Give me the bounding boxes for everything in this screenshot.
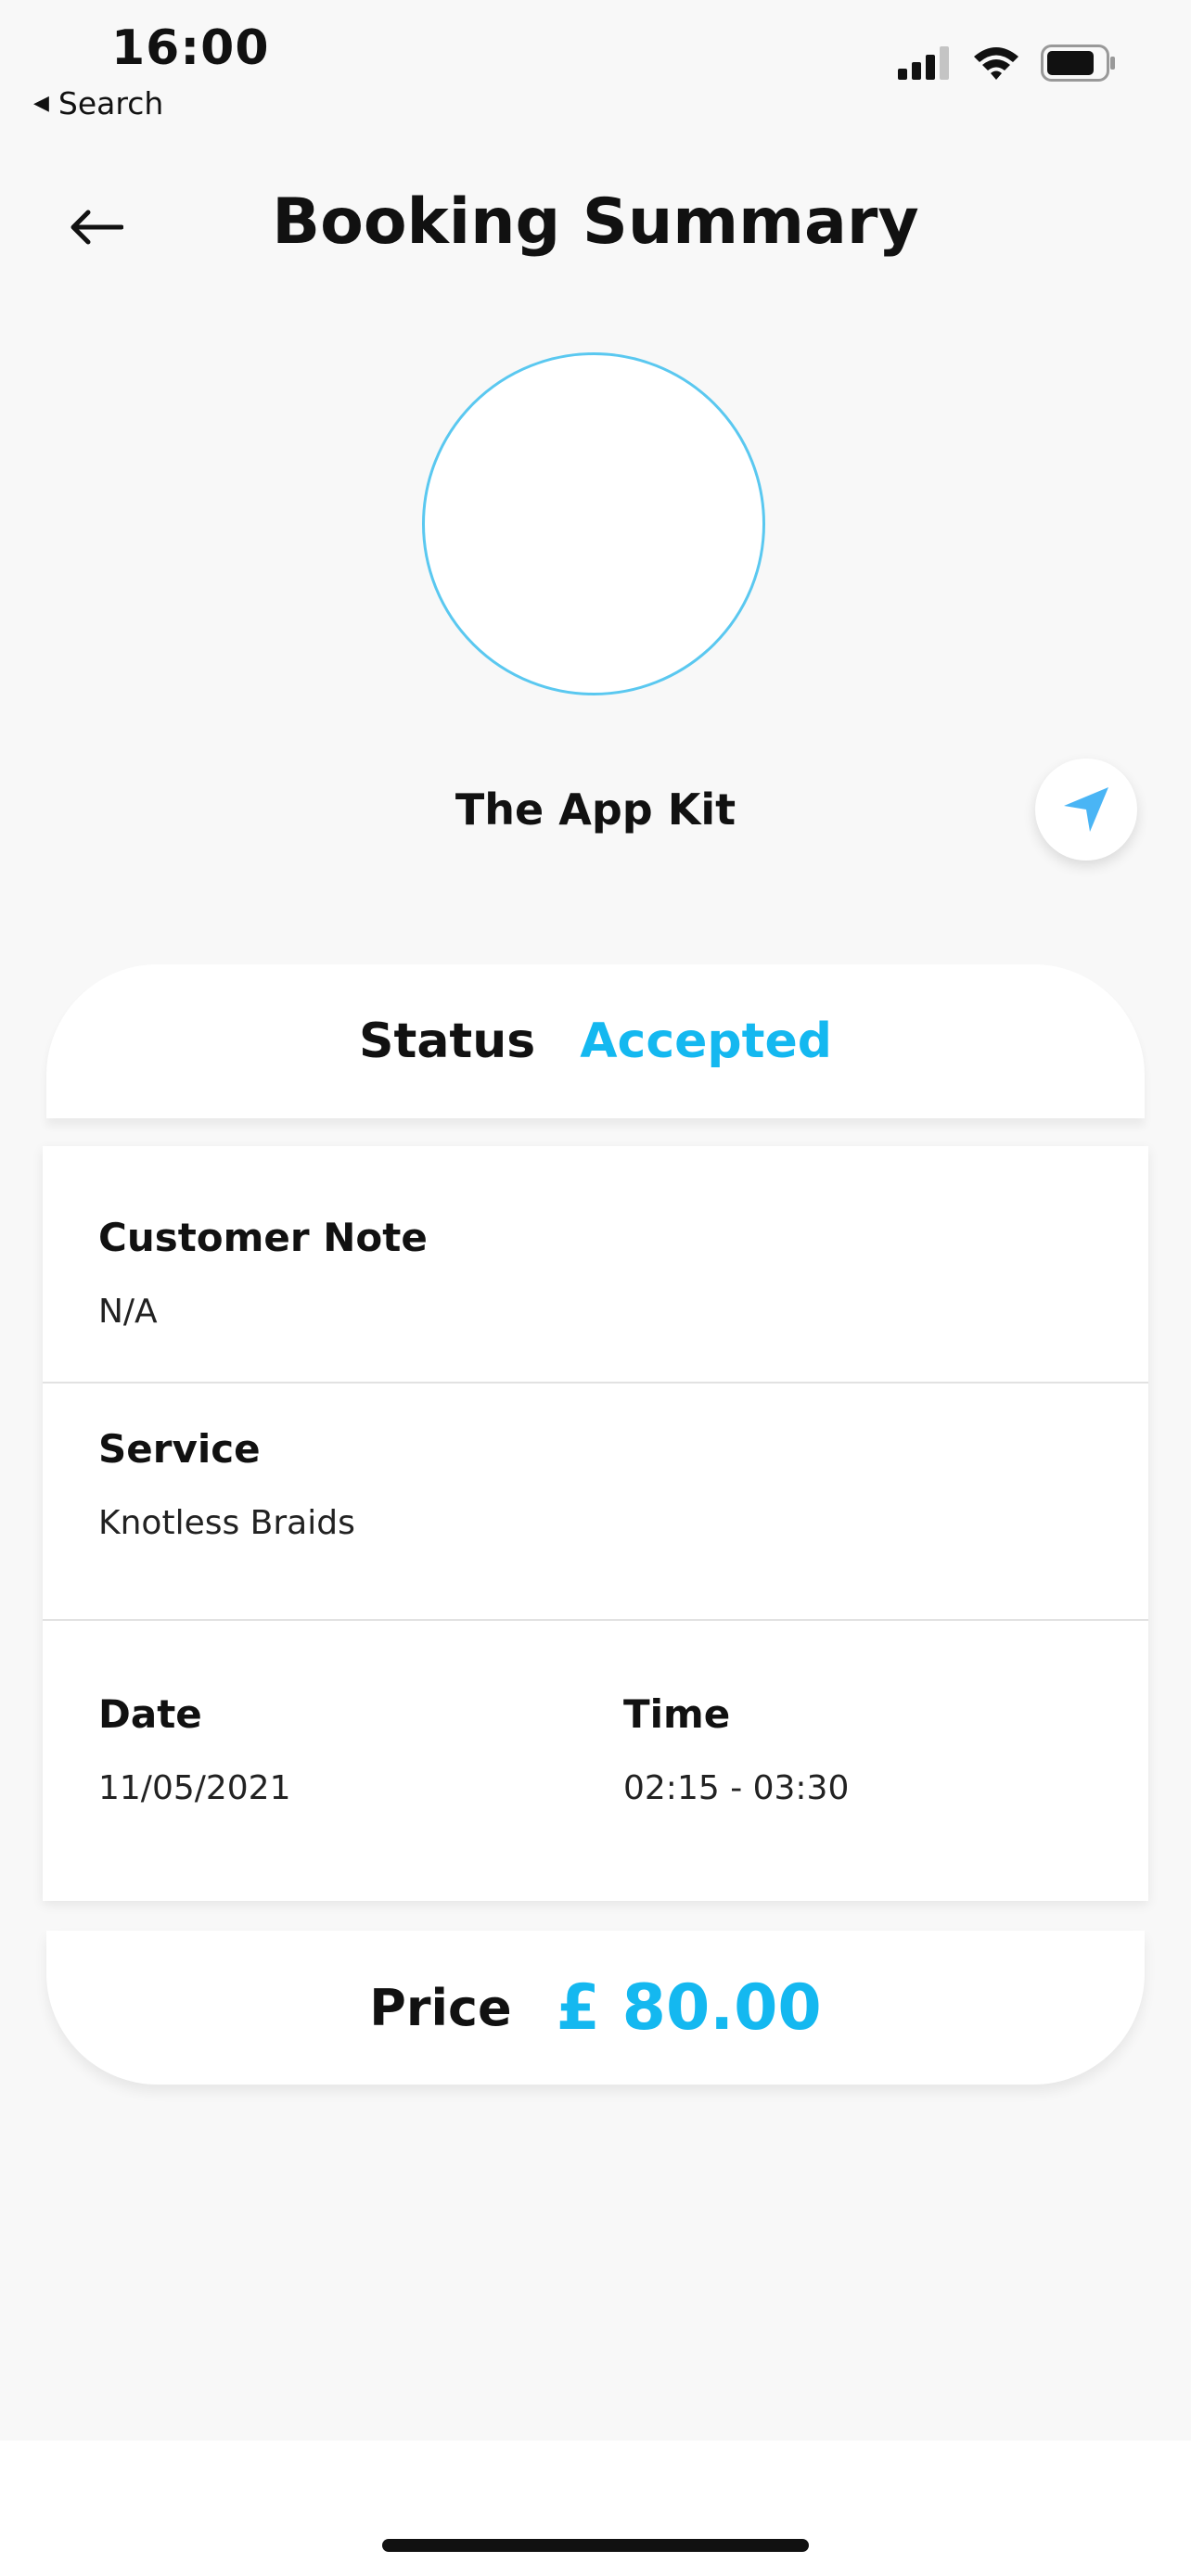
status-label: Status xyxy=(359,1014,536,1069)
navigation-arrow-icon xyxy=(1064,787,1108,832)
customer-note-value: N/A xyxy=(98,1293,158,1331)
battery-icon xyxy=(1041,45,1117,85)
time-value: 02:15 - 03:30 xyxy=(623,1769,850,1807)
service-value: Knotless Braids xyxy=(98,1504,355,1542)
service-section: Service Knotless Braids xyxy=(43,1384,1148,1621)
home-indicator[interactable] xyxy=(382,2539,809,2552)
status-time: 16:00 xyxy=(111,20,270,76)
status-card: Status Accepted xyxy=(46,964,1145,1118)
business-name: The App Kit xyxy=(455,784,736,835)
back-triangle-icon: ◀ xyxy=(33,92,49,115)
date-label: Date xyxy=(98,1691,202,1737)
wifi-icon xyxy=(972,45,1020,84)
price-value: £ 80.00 xyxy=(556,1970,822,2045)
directions-button[interactable] xyxy=(1035,759,1137,861)
booking-details-card: Customer Note N/A Service Knotless Braid… xyxy=(43,1146,1148,1901)
booking-summary-screen: 16:00 ◀ Search Booking Summary The App K… xyxy=(0,0,1191,2576)
back-app-label: Search xyxy=(58,85,164,121)
bottom-safe-area xyxy=(0,2441,1191,2576)
back-to-app-link[interactable]: ◀ Search xyxy=(33,85,163,121)
cellular-signal-icon xyxy=(898,46,952,83)
customer-note-label: Customer Note xyxy=(98,1215,428,1260)
date-time-section: Date 11/05/2021 Time 02:15 - 03:30 xyxy=(43,1621,1148,1901)
customer-note-section: Customer Note N/A xyxy=(43,1146,1148,1384)
page-title: Booking Summary xyxy=(272,185,919,259)
service-label: Service xyxy=(98,1426,261,1472)
status-icons xyxy=(898,45,1117,85)
price-label: Price xyxy=(369,1978,512,2037)
time-label: Time xyxy=(623,1691,731,1737)
status-value: Accepted xyxy=(580,1014,832,1069)
date-value: 11/05/2021 xyxy=(98,1769,291,1807)
price-card: Price £ 80.00 xyxy=(46,1931,1145,2085)
business-avatar xyxy=(422,352,765,695)
